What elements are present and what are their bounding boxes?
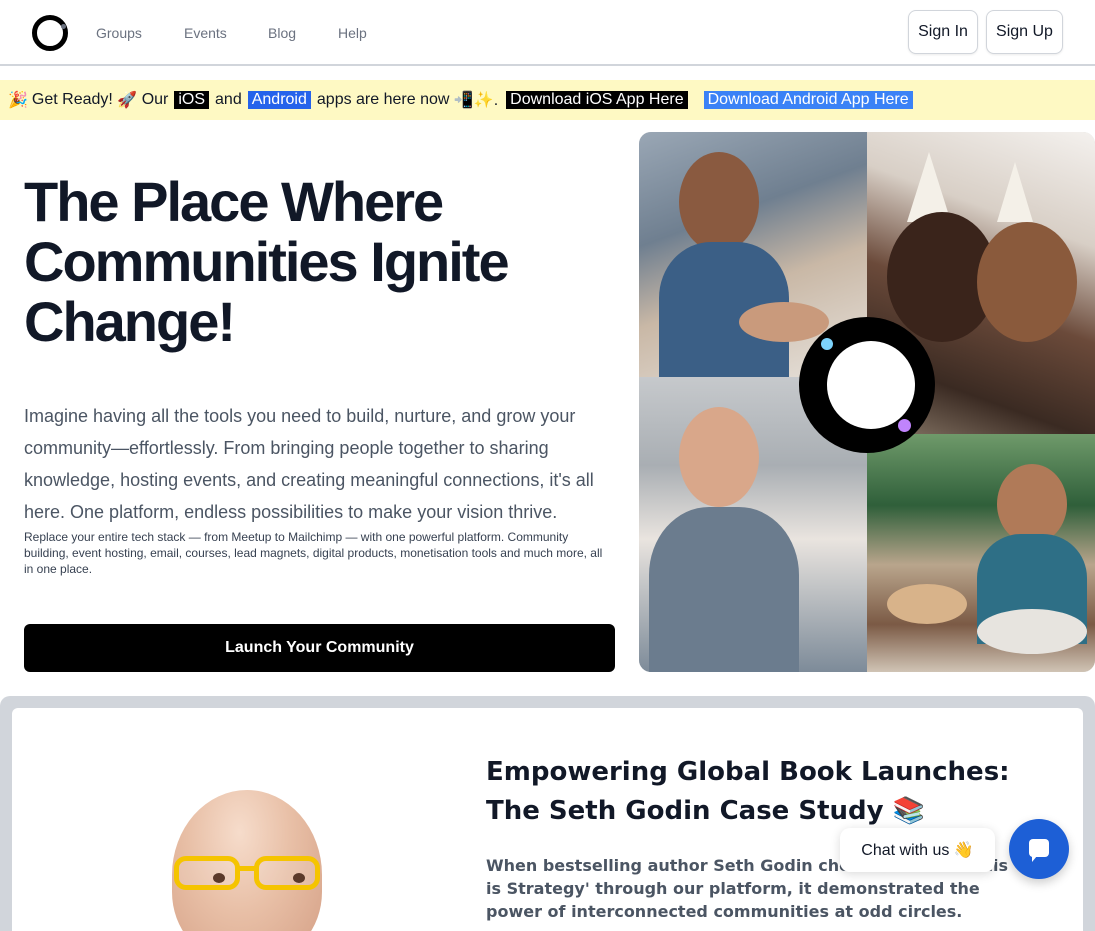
banner-text-apps: apps are here now [316,91,450,108]
logo-icon[interactable] [32,15,68,51]
nav-link-groups[interactable]: Groups [96,25,142,41]
top-nav: Groups Events Blog Help Sign In Sign Up [0,0,1095,66]
launch-community-button[interactable]: Launch Your Community [24,624,615,672]
seth-godin-portrait [142,790,352,931]
banner-text-our: Our [141,91,169,108]
nav-link-events[interactable]: Events [184,25,227,41]
case-study-card: Empowering Global Book Launches: The Set… [12,708,1083,931]
ios-tag: iOS [174,91,210,109]
banner-text-and: and [215,91,242,108]
download-android-button[interactable]: Download Android App Here [703,91,913,109]
app-announcement-banner: 🎉 Get Ready! 🚀 Our iOS and Android apps … [0,80,1095,120]
download-ios-button[interactable]: Download iOS App Here [506,91,688,109]
case-study-title: Empowering Global Book Launches: The Set… [486,757,1010,826]
sign-in-button[interactable]: Sign In [908,10,978,54]
android-tag: Android [247,91,311,109]
sign-up-button[interactable]: Sign Up [986,10,1063,54]
banner-text-get-ready: Get Ready! [31,91,113,108]
case-study-section: Empowering Global Book Launches: The Set… [0,696,1095,931]
party-icon: 🎉 [8,92,28,109]
hero-subtext: Replace your entire tech stack — from Me… [24,530,603,576]
community-photo-collage [639,132,1095,672]
chat-prompt-bubble[interactable]: Chat with us 👋 [840,828,995,872]
rocket-icon: 🚀 [117,92,138,109]
hero-title: The Place Where Communities Ignite Chang… [24,170,510,353]
nav-link-help[interactable]: Help [338,25,367,41]
chat-launcher-button[interactable] [1009,819,1069,879]
logo-ring-icon [799,317,935,453]
photo-outdoor-dinner [867,434,1095,672]
nav-link-blog[interactable]: Blog [268,25,296,41]
hero-description: Imagine having all the tools you need to… [24,406,594,522]
chat-icon [1029,839,1049,862]
phone-sparkle-icon: 📲✨. [453,92,499,109]
